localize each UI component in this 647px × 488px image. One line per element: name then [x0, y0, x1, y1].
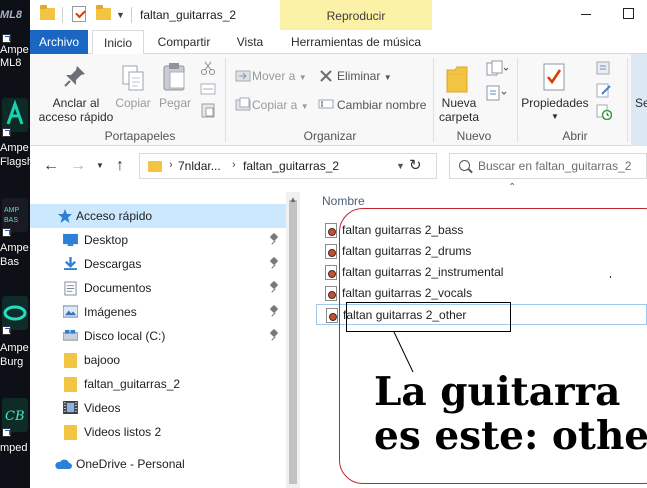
desktop-label[interactable]: Bas: [0, 256, 30, 269]
desktop-label[interactable]: Flagsh: [0, 156, 30, 169]
desktop-label: ML8: [0, 9, 22, 21]
shortcut-arrow-icon: [2, 128, 11, 137]
shortcut-arrow-icon: [2, 34, 11, 43]
annotation-line: es este: other: [374, 413, 647, 459]
desktop-label[interactable]: mped: [0, 442, 30, 455]
annotation-line: La guitarra: [374, 369, 621, 415]
shortcut-arrow-icon: [2, 228, 11, 237]
desktop-label[interactable]: ML8: [0, 57, 30, 70]
desktop-label[interactable]: Ampe: [0, 44, 30, 57]
desktop-app-icon[interactable]: AMP BAS: [2, 198, 28, 232]
shortcut-arrow-icon: [2, 428, 11, 437]
desktop-app-icon[interactable]: [2, 98, 28, 132]
desktop-strip: ML8 Ampe ML8 Ampe Flagsh AMP BAS Ampe Bas…: [0, 0, 30, 488]
explorer-window: ▼ faltan_guitarras_2 Reproducir Archivo …: [30, 0, 647, 488]
desktop-app-icon[interactable]: [2, 296, 28, 330]
desktop-app-icon[interactable]: CB: [2, 398, 28, 432]
shortcut-arrow-icon: [2, 326, 11, 335]
svg-text:AMP: AMP: [4, 207, 20, 214]
svg-text:CB: CB: [5, 409, 25, 424]
desktop-label[interactable]: Ampe: [0, 142, 30, 155]
svg-text:BAS: BAS: [4, 217, 18, 224]
desktop-label[interactable]: Ampe: [0, 242, 30, 255]
desktop-label[interactable]: Ampe: [0, 342, 30, 355]
desktop-label[interactable]: Burg: [0, 356, 30, 369]
annotation-text: La guitarra es este: other: [374, 370, 647, 458]
